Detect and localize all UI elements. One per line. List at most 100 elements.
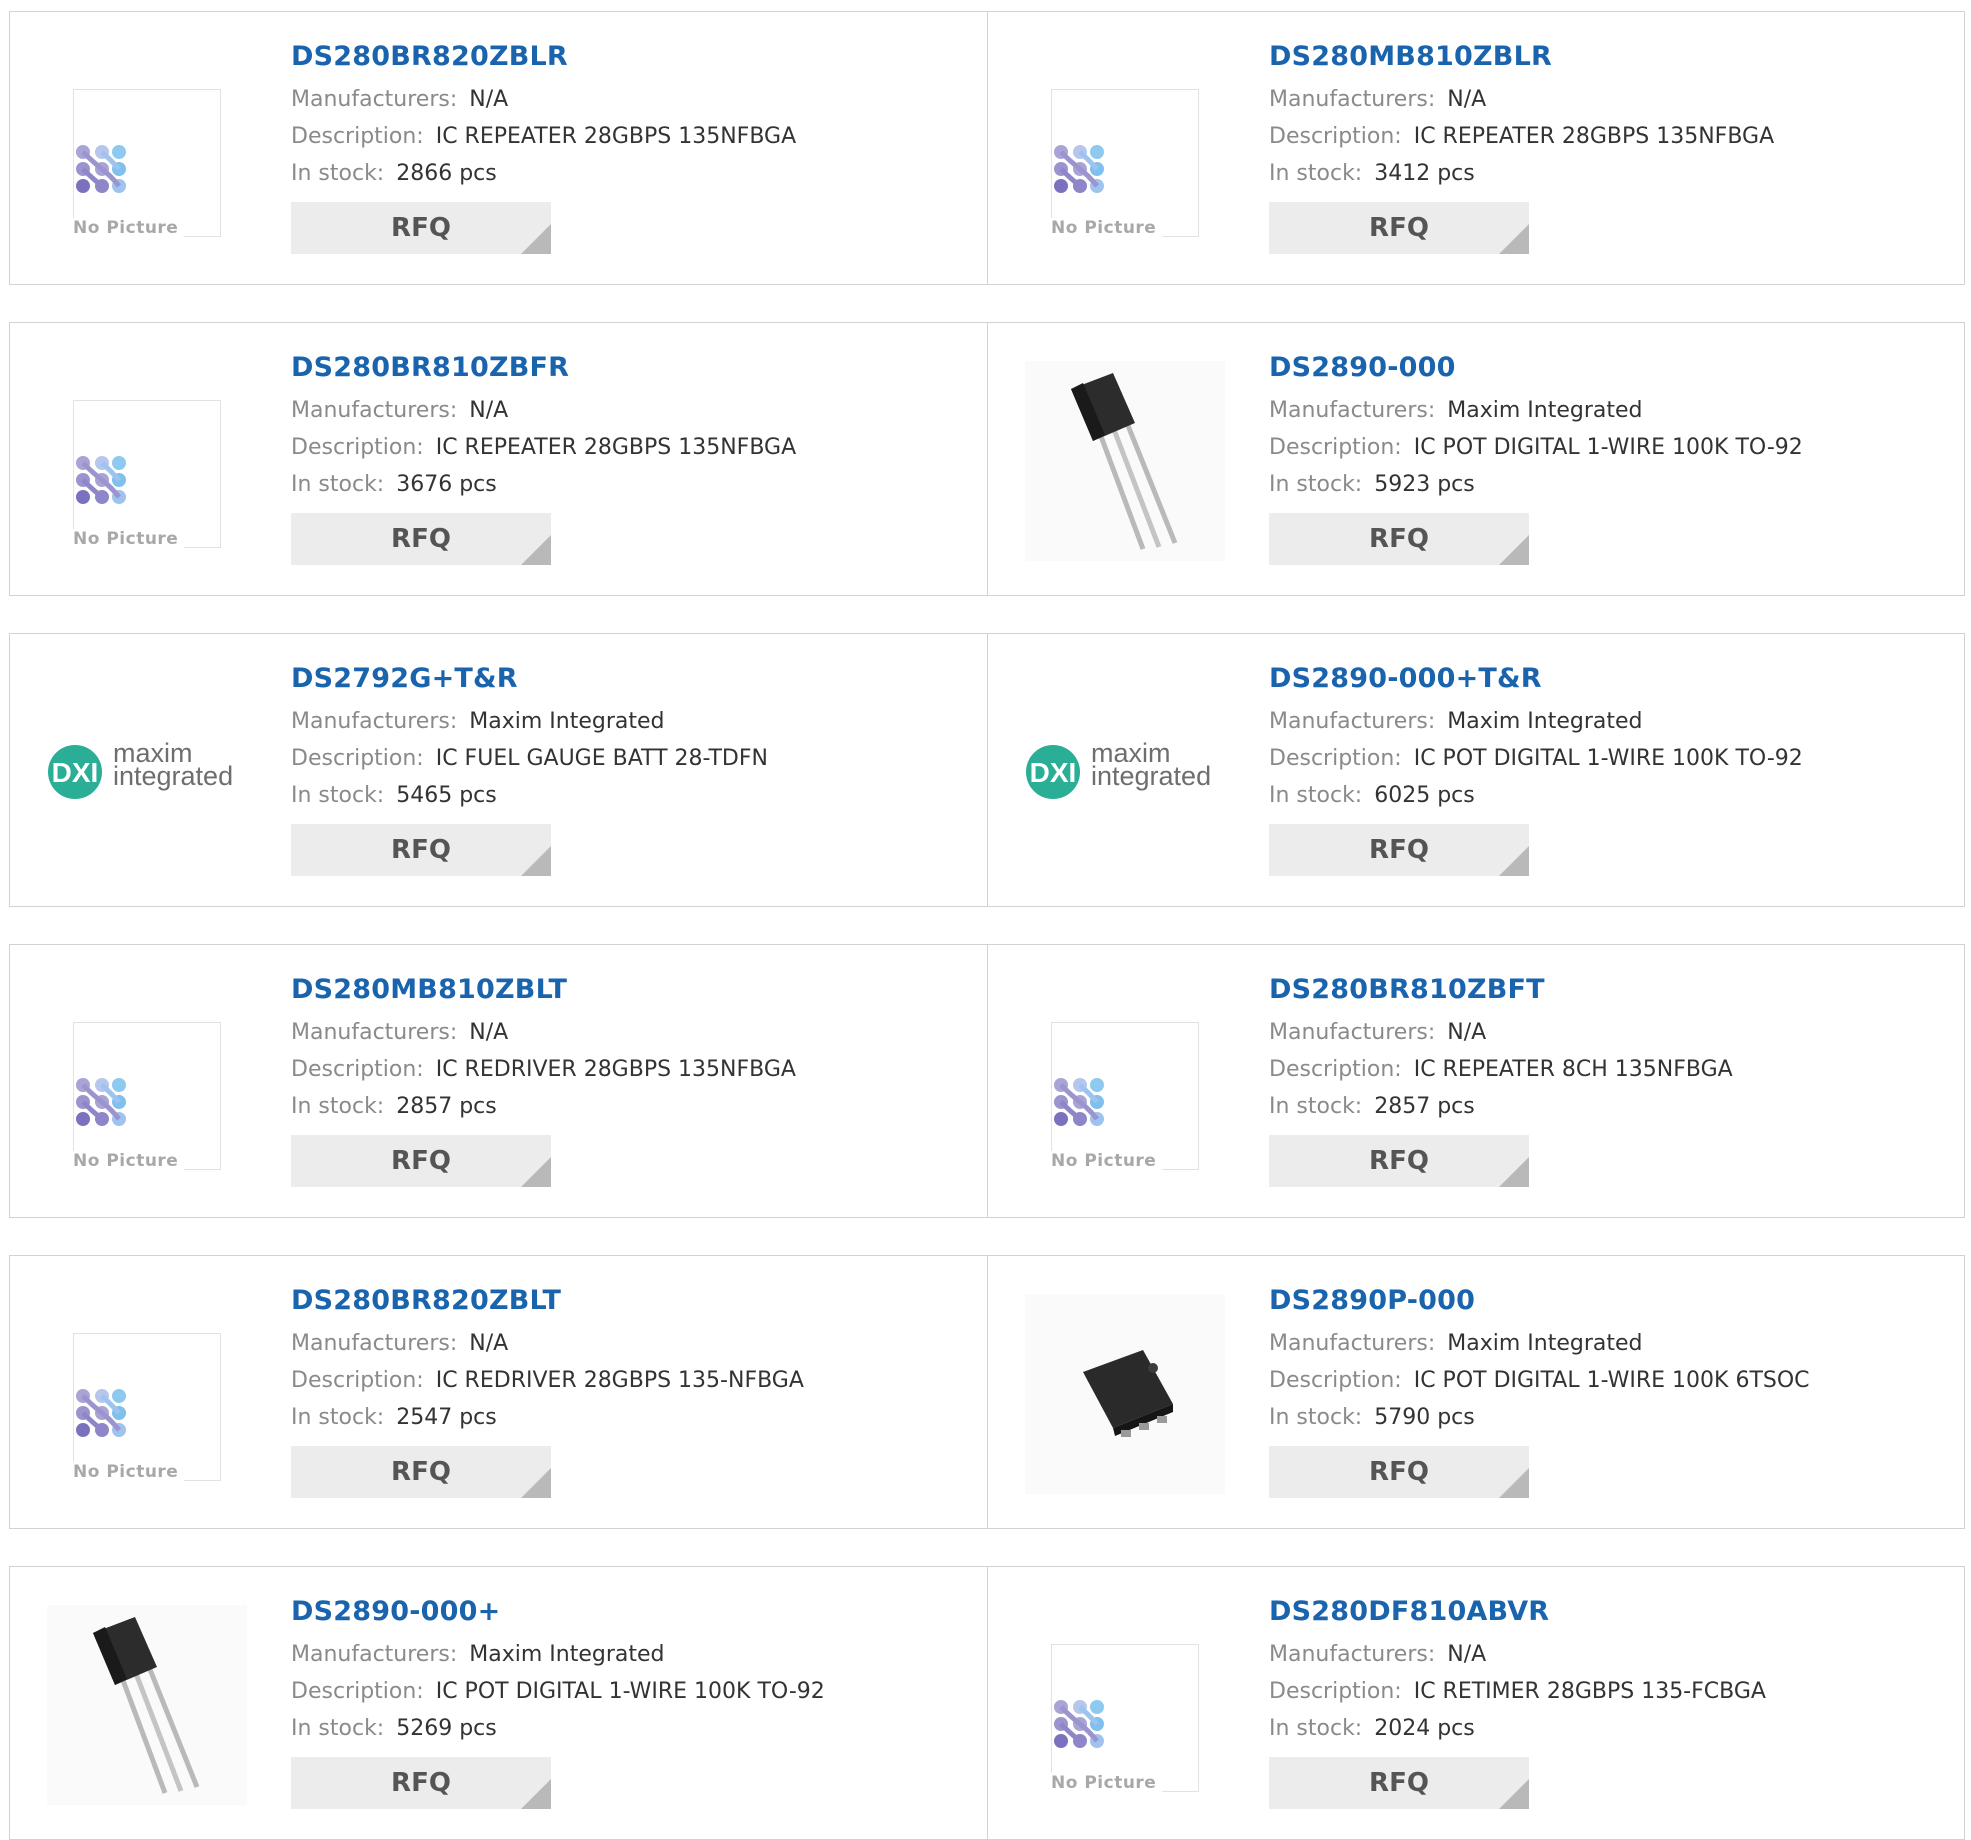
manufacturer-value: N/A xyxy=(469,1020,509,1045)
product-thumbnail[interactable] xyxy=(1025,1294,1225,1494)
maxim-logo-icon: DXI xyxy=(48,745,102,799)
manufacturer-value: Maxim Integrated xyxy=(1447,398,1643,423)
manufacturer-line: Manufacturers: N/A xyxy=(291,1014,977,1051)
rfq-button[interactable]: RFQ xyxy=(1269,1757,1529,1809)
product-thumbnail[interactable] xyxy=(1025,361,1225,561)
part-number-link[interactable]: DS2890-000 xyxy=(1269,351,1954,385)
part-number-link[interactable]: DS280MB810ZBLT xyxy=(291,973,977,1007)
product-card: No Picture DS280BR810ZBFR Manufacturers:… xyxy=(10,323,987,595)
rfq-button[interactable]: RFQ xyxy=(291,513,551,565)
rfq-label: RFQ xyxy=(1369,835,1429,865)
product-info: DS280BR820ZBLR Manufacturers: N/A Descrip… xyxy=(291,40,977,254)
stock-label: In stock: xyxy=(291,472,385,497)
rfq-button[interactable]: RFQ xyxy=(1269,1446,1529,1498)
rfq-button[interactable]: RFQ xyxy=(291,1446,551,1498)
description-line: Description: IC REPEATER 8CH 135NFBGA xyxy=(1269,1051,1954,1088)
rfq-button[interactable]: RFQ xyxy=(1269,513,1529,565)
description-label: Description: xyxy=(1269,124,1402,149)
rfq-button[interactable]: RFQ xyxy=(291,202,551,254)
stock-value: 5269 pcs xyxy=(396,1716,497,1741)
product-info: DS280DF810ABVR Manufacturers: N/A Descrip… xyxy=(1269,1595,1954,1809)
manufacturer-line: Manufacturers: N/A xyxy=(1269,81,1954,118)
part-number-link[interactable]: DS2792G+T&R xyxy=(291,662,977,696)
rfq-label: RFQ xyxy=(1369,1768,1429,1798)
product-card: No Picture DS280BR820ZBLR Manufacturers:… xyxy=(10,12,987,284)
product-thumbnail[interactable] xyxy=(47,1605,247,1805)
product-row: No Picture DS280BR810ZBFR Manufacturers:… xyxy=(9,322,1965,596)
no-picture-placeholder: No Picture xyxy=(47,983,247,1183)
part-number-link[interactable]: DS280BR820ZBLT xyxy=(291,1284,977,1318)
part-number-link[interactable]: DS2890-000+ xyxy=(291,1595,977,1629)
rfq-label: RFQ xyxy=(1369,524,1429,554)
product-thumbnail[interactable]: No Picture xyxy=(1025,1605,1225,1805)
maxim-logo-line2: integrated xyxy=(1091,761,1212,791)
svg-text:DXI: DXI xyxy=(1030,757,1077,788)
product-info: DS280BR820ZBLT Manufacturers: N/A Descrip… xyxy=(291,1284,977,1498)
stock-value: 2866 pcs xyxy=(396,161,497,186)
product-row: DXI maxim integrated DS2792G+T&R Manufac… xyxy=(9,633,1965,907)
rfq-label: RFQ xyxy=(391,835,451,865)
no-picture-label: No Picture xyxy=(73,529,185,549)
rfq-button[interactable]: RFQ xyxy=(291,1757,551,1809)
part-number-link[interactable]: DS280DF810ABVR xyxy=(1269,1595,1954,1629)
description-label: Description: xyxy=(291,1057,424,1082)
stock-label: In stock: xyxy=(291,161,385,186)
product-thumbnail[interactable]: DXI maxim integrated xyxy=(1025,672,1225,872)
part-number-link[interactable]: DS280MB810ZBLR xyxy=(1269,40,1954,74)
rfq-label: RFQ xyxy=(391,524,451,554)
product-thumbnail[interactable]: No Picture xyxy=(1025,50,1225,250)
rfq-button[interactable]: RFQ xyxy=(1269,824,1529,876)
description-line: Description: IC REPEATER 28GBPS 135NFBGA xyxy=(291,429,977,466)
product-info: DS2890-000+T&R Manufacturers: Maxim Integ… xyxy=(1269,662,1954,876)
to-92-package-image xyxy=(47,1605,247,1805)
stock-line: In stock: 2866 pcs xyxy=(291,155,977,192)
rfq-label: RFQ xyxy=(391,213,451,243)
description-label: Description: xyxy=(1269,435,1402,460)
stock-label: In stock: xyxy=(1269,161,1363,186)
product-thumbnail[interactable]: No Picture xyxy=(47,361,247,561)
product-row: No Picture DS280MB810ZBLT Manufacturers:… xyxy=(9,944,1965,1218)
product-card: No Picture DS280BR810ZBFT Manufacturers:… xyxy=(987,945,1964,1217)
rfq-corner-decoration xyxy=(521,535,551,565)
rfq-button[interactable]: RFQ xyxy=(1269,1135,1529,1187)
description-line: Description: IC REPEATER 28GBPS 135NFBGA xyxy=(1269,118,1954,155)
no-picture-icon xyxy=(76,1078,126,1126)
stock-label: In stock: xyxy=(291,783,385,808)
stock-value: 5790 pcs xyxy=(1374,1405,1475,1430)
manufacturers-label: Manufacturers: xyxy=(291,398,458,423)
description-label: Description: xyxy=(1269,746,1402,771)
description-line: Description: IC POT DIGITAL 1-WIRE 100K 6… xyxy=(1269,1362,1954,1399)
stock-line: In stock: 5269 pcs xyxy=(291,1710,977,1747)
stock-label: In stock: xyxy=(1269,1094,1363,1119)
description-value: IC REPEATER 28GBPS 135NFBGA xyxy=(435,435,797,460)
product-thumbnail[interactable]: No Picture xyxy=(47,50,247,250)
stock-label: In stock: xyxy=(1269,1716,1363,1741)
maxim-logo-line2: integrated xyxy=(113,761,234,791)
rfq-corner-decoration xyxy=(521,224,551,254)
rfq-corner-decoration xyxy=(521,1779,551,1809)
stock-value: 2857 pcs xyxy=(1374,1094,1475,1119)
part-number-link[interactable]: DS2890-000+T&R xyxy=(1269,662,1954,696)
part-number-link[interactable]: DS280BR820ZBLR xyxy=(291,40,977,74)
rfq-button[interactable]: RFQ xyxy=(291,824,551,876)
manufacturer-line: Manufacturers: N/A xyxy=(1269,1014,1954,1051)
rfq-corner-decoration xyxy=(1499,1468,1529,1498)
stock-line: In stock: 6025 pcs xyxy=(1269,777,1954,814)
manufacturer-value: N/A xyxy=(1447,1020,1487,1045)
product-thumbnail[interactable]: No Picture xyxy=(47,1294,247,1494)
rfq-button[interactable]: RFQ xyxy=(1269,202,1529,254)
svg-text:DXI: DXI xyxy=(52,757,99,788)
stock-line: In stock: 5923 pcs xyxy=(1269,466,1954,503)
product-thumbnail[interactable]: DXI maxim integrated xyxy=(47,672,247,872)
product-thumbnail[interactable]: No Picture xyxy=(1025,983,1225,1183)
product-thumbnail[interactable]: No Picture xyxy=(47,983,247,1183)
no-picture-placeholder: No Picture xyxy=(1025,1605,1225,1805)
manufacturer-line: Manufacturers: N/A xyxy=(291,1325,977,1362)
rfq-button[interactable]: RFQ xyxy=(291,1135,551,1187)
part-number-link[interactable]: DS2890P-000 xyxy=(1269,1284,1954,1318)
stock-label: In stock: xyxy=(291,1716,385,1741)
part-number-link[interactable]: DS280BR810ZBFT xyxy=(1269,973,1954,1007)
description-value: IC POT DIGITAL 1-WIRE 100K TO-92 xyxy=(1413,746,1803,771)
part-number-link[interactable]: DS280BR810ZBFR xyxy=(291,351,977,385)
manufacturers-label: Manufacturers: xyxy=(1269,1331,1436,1356)
